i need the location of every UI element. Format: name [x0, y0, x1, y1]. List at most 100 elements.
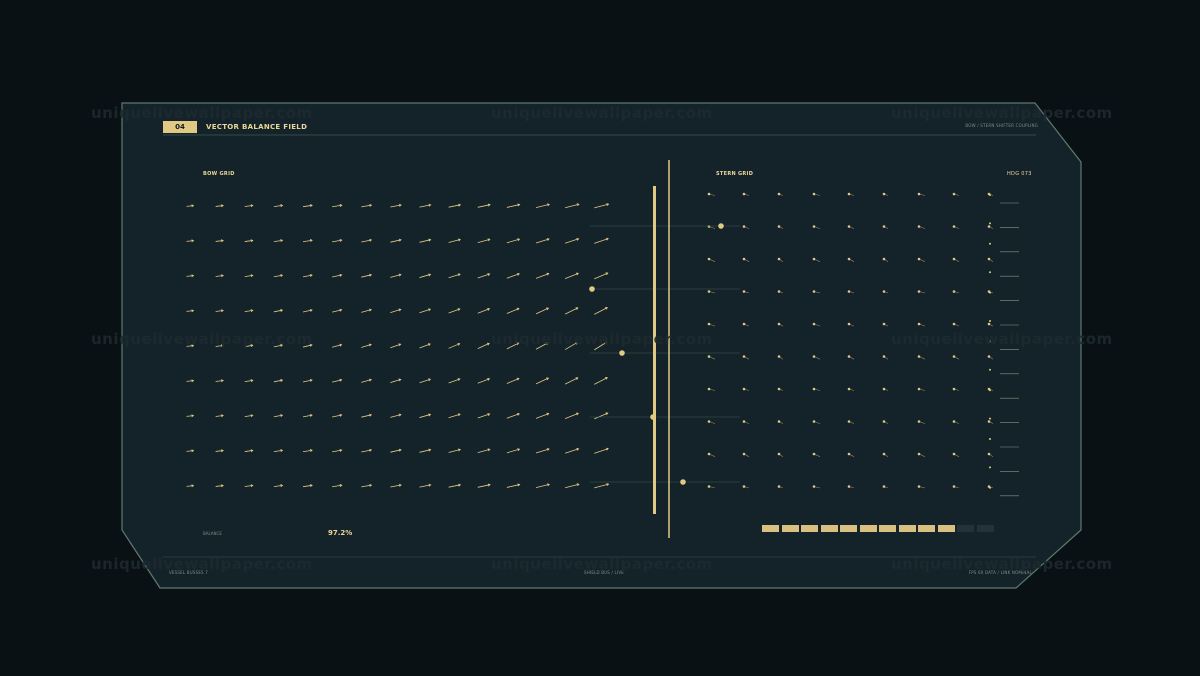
page-title: VECTOR BALANCE FIELD [206, 123, 308, 131]
vector-dot [882, 225, 886, 228]
level-segment [781, 525, 799, 532]
vector-dot [847, 387, 851, 391]
watermark: uniquelivewallpaper.com [491, 104, 713, 122]
vector-dot [882, 485, 886, 488]
vector-dot [952, 225, 956, 228]
slider-knob [618, 349, 626, 357]
watermark: uniquelivewallpaper.com [91, 330, 313, 348]
vector-dot [707, 225, 711, 228]
vector-dot [882, 192, 886, 196]
vector-dot [742, 452, 746, 456]
vector-dot [742, 225, 746, 228]
vector-dot [777, 387, 781, 391]
vector-dot [952, 257, 956, 261]
vector-dot [847, 225, 851, 228]
level-segment [801, 525, 818, 532]
watermark: uniquelivewallpaper.com [891, 104, 1113, 122]
vector-dot [742, 322, 746, 326]
bow-grid-title: BOW GRID [203, 171, 235, 177]
vector-dot [812, 355, 816, 358]
scale-dot [989, 320, 991, 322]
vector-dot [812, 322, 816, 326]
vector-dot [882, 322, 886, 326]
vector-dot [847, 322, 851, 326]
balance-slider-track[interactable] [653, 186, 656, 514]
section-badge: 04 [163, 121, 197, 133]
vector-dot [952, 192, 956, 196]
vector-dot [812, 387, 816, 391]
scale-dot [989, 486, 991, 489]
vector-dot [777, 257, 781, 261]
vector-dot [882, 387, 886, 391]
scale-dot [989, 222, 991, 225]
scale-dot [989, 438, 991, 440]
level-segment [918, 525, 935, 532]
vector-dot [812, 420, 816, 423]
vector-dot [812, 192, 816, 196]
watermark: uniquelivewallpaper.com [491, 555, 713, 573]
vector-dot [917, 290, 921, 293]
vector-dot [707, 192, 711, 196]
scale-dot [989, 194, 991, 196]
vector-dot [777, 225, 781, 228]
watermark: uniquelivewallpaper.com [491, 330, 713, 348]
vector-dot [742, 355, 746, 358]
watermark: uniquelivewallpaper.com [891, 555, 1113, 573]
vector-dot [952, 387, 956, 391]
watermark: uniquelivewallpaper.com [891, 330, 1113, 348]
level-segment [937, 525, 955, 532]
scale-dot [989, 271, 991, 274]
level-segment [820, 525, 838, 532]
vector-dot [917, 387, 921, 391]
vector-dot [847, 257, 851, 261]
scale-dot [989, 291, 991, 294]
vector-dot [777, 290, 781, 293]
vector-dot [707, 485, 711, 488]
vector-dot [777, 420, 781, 423]
vector-dot [882, 420, 886, 423]
vector-dot [917, 192, 921, 196]
balance-value: 97.2% [328, 529, 353, 537]
vector-dot [847, 290, 851, 293]
vector-dot [952, 485, 956, 488]
vector-dot [917, 485, 921, 488]
vector-dot [777, 485, 781, 488]
watermark: uniquelivewallpaper.com [91, 555, 313, 573]
vector-dot [987, 322, 991, 326]
vector-dot [812, 290, 816, 293]
vector-dot [882, 257, 886, 261]
watermark: uniquelivewallpaper.com [91, 104, 313, 122]
vector-dot [917, 322, 921, 326]
vector-dot [847, 355, 851, 358]
vector-dot [847, 420, 851, 423]
stern-grid-title: STERN GRID [716, 171, 754, 177]
level-meter [762, 525, 994, 532]
level-segment [898, 525, 916, 532]
vector-dot [917, 257, 921, 261]
balance-label: BALANCE [203, 531, 222, 536]
level-segment [957, 525, 974, 532]
scale-dot [989, 417, 991, 420]
vector-dot [952, 355, 956, 358]
slider-knob [588, 285, 596, 293]
vector-dot [917, 355, 921, 358]
vector-dot [812, 485, 816, 488]
vector-dot [707, 387, 711, 391]
scale-dot [989, 242, 991, 245]
vector-dot [742, 257, 746, 261]
level-segment [976, 525, 994, 532]
vector-dot [777, 452, 781, 456]
vector-dot [917, 225, 921, 228]
stern-grid-code: HDG 073 [1007, 171, 1032, 177]
vector-dot [707, 257, 711, 261]
vector-dot [847, 192, 851, 196]
vector-dot [707, 355, 711, 358]
vector-dot [742, 420, 746, 423]
vector-dot [987, 225, 991, 228]
vector-dot [952, 452, 956, 456]
vector-dot [987, 355, 991, 358]
level-segment [879, 525, 896, 532]
vector-dot [847, 485, 851, 488]
vector-dot [707, 452, 711, 456]
vector-dot [777, 192, 781, 196]
